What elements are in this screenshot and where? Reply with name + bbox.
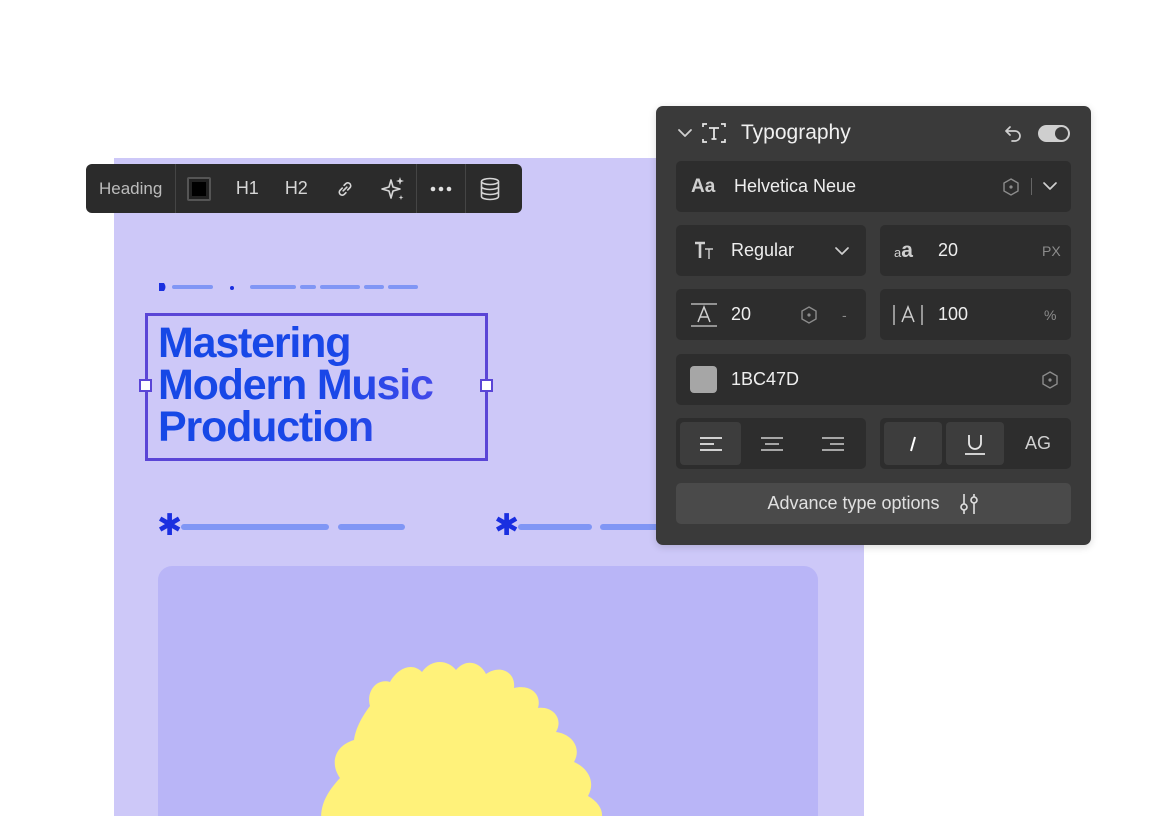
link-button[interactable] [320, 164, 370, 213]
align-left-button[interactable] [680, 422, 741, 465]
placeholder-line [364, 285, 384, 289]
line-height-unit[interactable]: - [842, 307, 847, 323]
letter-spacing-unit[interactable]: % [1044, 307, 1056, 323]
h1-button[interactable]: H1 [222, 164, 272, 213]
database-icon [481, 177, 500, 200]
font-size-unit[interactable]: PX [1042, 243, 1061, 259]
italic-button[interactable] [884, 422, 942, 465]
h2-button[interactable]: H2 [272, 164, 320, 213]
chevron-down-icon[interactable] [1042, 180, 1058, 192]
sliders-icon [959, 493, 978, 514]
text-align-group [676, 418, 866, 469]
text-toolbar: Heading H1 H2 [86, 164, 522, 213]
line-height-field[interactable]: 20 - [676, 289, 866, 340]
advanced-type-options-label: Advance type options [767, 493, 940, 513]
font-family-value: Helvetica Neue [734, 176, 857, 196]
variable-hexagon-icon[interactable] [1002, 177, 1020, 197]
resize-handle-left[interactable] [139, 379, 152, 392]
placeholder-line [600, 524, 660, 530]
font-weight-icon [695, 241, 713, 259]
placeholder-line [300, 285, 316, 289]
letter-spacing-value: 100 [938, 304, 969, 324]
font-family-select[interactable]: Aa Helvetica Neue [676, 161, 1071, 212]
align-right-icon [822, 436, 844, 451]
page-heading[interactable]: Mastering Modern Music Production [158, 322, 488, 449]
underline-button[interactable] [946, 422, 1004, 465]
placeholder-line [338, 524, 405, 530]
text-color-button[interactable] [176, 164, 222, 213]
chevron-down-icon[interactable] [677, 127, 693, 139]
image-card [158, 566, 818, 816]
placeholder-line [320, 285, 360, 289]
text-style-group: AG [880, 418, 1071, 469]
font-weight-select[interactable]: Regular [676, 225, 866, 276]
placeholder-line [250, 285, 296, 289]
italic-icon [910, 436, 916, 451]
resize-handle-right[interactable] [480, 379, 493, 392]
more-options-button[interactable] [417, 164, 465, 213]
link-icon [338, 181, 352, 196]
text-color-field[interactable]: 1BC47D [676, 354, 1071, 405]
placeholder-line [518, 524, 592, 530]
text-case-button[interactable]: AG [1008, 422, 1068, 465]
undo-icon[interactable] [1003, 123, 1023, 143]
font-size-icon: aa [894, 239, 913, 262]
sun-illustration-icon [321, 662, 603, 816]
advanced-type-options-button[interactable]: Advance type options [676, 483, 1071, 524]
asterisk-icon: ✱ [157, 508, 183, 543]
font-size-value: 20 [938, 240, 959, 260]
play-bullet-icon [159, 283, 166, 291]
chevron-down-icon[interactable] [834, 245, 850, 257]
element-type-label: Heading [99, 178, 163, 198]
align-center-button[interactable] [742, 422, 802, 465]
panel-title: Typography [741, 121, 851, 144]
line-height-value: 20 [731, 304, 752, 324]
letter-spacing-icon [893, 304, 923, 325]
field-divider [1031, 178, 1032, 195]
cms-binding-button[interactable] [466, 164, 514, 213]
align-right-button[interactable] [803, 422, 863, 465]
font-family-icon: Aa [691, 175, 716, 197]
color-swatch[interactable] [690, 366, 717, 393]
color-hex-value[interactable]: 1BC47D [731, 369, 799, 390]
underline-icon [965, 434, 985, 455]
typography-toggle[interactable] [1038, 125, 1070, 142]
align-left-icon [699, 436, 722, 451]
placeholder-dot [230, 286, 234, 290]
font-weight-value: Regular [731, 240, 795, 260]
font-size-field[interactable]: aa 20 PX [880, 225, 1071, 276]
color-swatch [187, 176, 212, 201]
letter-spacing-field[interactable]: 100 % [880, 289, 1071, 340]
text-tool-icon [702, 123, 726, 143]
sparkle-icon [381, 176, 405, 200]
align-center-icon [761, 436, 783, 451]
ai-sparkle-button[interactable] [370, 164, 416, 213]
placeholder-line [172, 285, 213, 289]
variable-hexagon-icon[interactable] [800, 305, 818, 325]
placeholder-line [181, 524, 329, 530]
asterisk-icon: ✱ [494, 508, 520, 543]
variable-hexagon-icon[interactable] [1041, 370, 1059, 390]
line-height-icon [691, 303, 717, 327]
more-icon [431, 186, 452, 191]
placeholder-line [388, 285, 418, 289]
